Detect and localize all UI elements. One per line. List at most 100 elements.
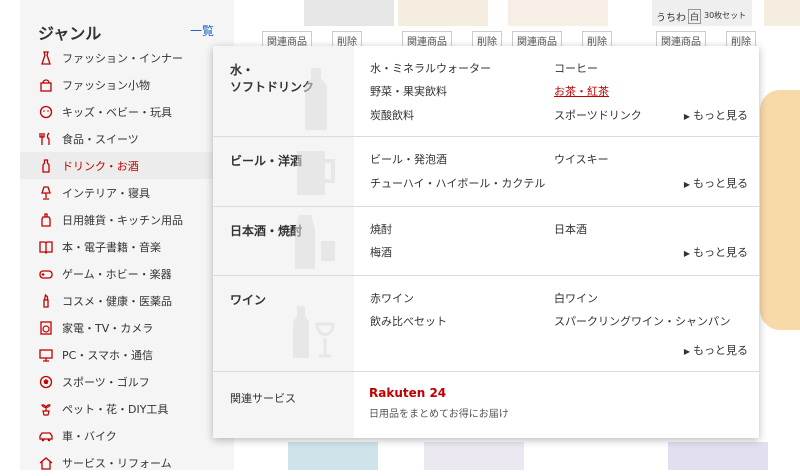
sidebar-item-cosmetics[interactable]: コスメ・健康・医薬品 (20, 287, 234, 314)
product-thumbnail[interactable] (304, 0, 394, 26)
pc-icon (38, 347, 54, 363)
sidebar-item-electronics[interactable]: 家電・TV・カメラ (20, 314, 234, 341)
sidebar-item-label: 家電・TV・カメラ (62, 321, 154, 335)
lamp-icon (38, 185, 54, 201)
caret-right-icon: ▶ (683, 249, 690, 258)
caret-right-icon: ▶ (683, 112, 690, 121)
product-image (760, 90, 800, 330)
product-image (288, 442, 378, 470)
sidebar-item-books[interactable]: 本・電子書籍・音楽 (20, 233, 234, 260)
sidebar-item-label: 食品・スイーツ (62, 132, 139, 146)
flyout-link[interactable]: 焼酎 (370, 221, 392, 237)
see-more-link[interactable]: ▶ もっと見る (684, 342, 748, 358)
car-icon (38, 428, 54, 444)
product-actions-row: 関連商品 削除 関連商品 削除 関連商品 削除 関連商品 削除 (248, 31, 800, 50)
flyout-link[interactable]: ウイスキー (554, 151, 609, 167)
sidebar-item-label: ペット・花・DIY工具 (62, 402, 169, 416)
flyout-link[interactable]: 白ワイン (554, 290, 598, 306)
sidebar-item-car[interactable]: 車・バイク (20, 422, 234, 449)
sidebar-item-label: ゲーム・ホビー・楽器 (62, 267, 172, 281)
sidebar-item-kids[interactable]: キッズ・ベビー・玩具 (20, 98, 234, 125)
thumb-badge: 白 (688, 9, 702, 24)
related-services: 関連サービス Rakuten 24 日用品をまとめてお得にお届け (213, 372, 759, 438)
flyout-link[interactable]: チューハイ・ハイボール・カクテル (370, 175, 545, 191)
flyout-link[interactable]: ビール・発泡酒 (370, 151, 447, 167)
house-icon (38, 455, 54, 471)
sidebar-item-label: コスメ・健康・医薬品 (62, 294, 172, 308)
flyout-section-soft-drink: 水・ ソフトドリンク 水・ミネラルウォーター コーヒー 野菜・果実飲料 お茶・紅… (213, 46, 759, 137)
caret-right-icon: ▶ (683, 180, 690, 189)
drink-category-flyout: 水・ ソフトドリンク 水・ミネラルウォーター コーヒー 野菜・果実飲料 お茶・紅… (213, 46, 759, 438)
flyout-link[interactable]: コーヒー (554, 60, 598, 76)
book-icon (38, 239, 54, 255)
flyout-link[interactable]: 飲み比べセット (370, 313, 447, 329)
thumb-text: うちわ (656, 13, 686, 24)
sidebar-item-pet[interactable]: ペット・花・DIY工具 (20, 395, 234, 422)
sidebar-title: ジャンル (38, 24, 102, 43)
see-more-link[interactable]: ▶ もっと見る (684, 244, 748, 260)
ball-icon (38, 374, 54, 390)
product-thumbnail[interactable] (508, 0, 608, 26)
thumb-sub: 30枚セット (704, 11, 747, 20)
sidebar-item-food[interactable]: 食品・スイーツ (20, 125, 234, 152)
sidebar-item-games[interactable]: ゲーム・ホビー・楽器 (20, 260, 234, 287)
sidebar-item-label: ファッション・インナー (62, 51, 183, 65)
genre-sidebar: ジャンル 一覧 ファッション・インナー ファッション小物 キッズ・ベビー・玩具 … (20, 0, 242, 470)
sidebar-item-fashion[interactable]: ファッション・インナー (20, 44, 234, 71)
section-header-panel: 水・ ソフトドリンク (213, 46, 354, 136)
product-thumbnail[interactable] (764, 0, 800, 26)
section-header-panel: 日本酒・焼酎 (213, 207, 354, 275)
section-category-title[interactable]: ワイン (230, 292, 266, 309)
sidebar-item-label: ドリンク・お酒 (62, 159, 139, 173)
product-thumbnail[interactable]: うちわ 白 30枚セット (652, 0, 752, 26)
sidebar-header: ジャンル 一覧 (38, 20, 214, 43)
detergent-icon (38, 212, 54, 228)
sidebar-item-label: 本・電子書籍・音楽 (62, 240, 161, 254)
flyout-section-sake: 日本酒・焼酎 焼酎 日本酒 梅酒 ▶ もっと見る (213, 207, 759, 276)
sidebar-item-service[interactable]: サービス・リフォーム (20, 449, 234, 476)
product-thumbnail[interactable] (398, 0, 488, 26)
bag-icon (38, 77, 54, 93)
sidebar-item-interior[interactable]: インテリア・寝具 (20, 179, 234, 206)
bottle-icon (38, 158, 54, 174)
flyout-link[interactable]: 日本酒 (554, 221, 587, 237)
flyout-link[interactable]: 炭酸飲料 (370, 107, 414, 123)
flyout-link[interactable]: スポーツドリンク (554, 107, 642, 123)
see-more-link[interactable]: ▶ もっと見る (684, 107, 748, 123)
flyout-link[interactable]: 水・ミネラルウォーター (370, 60, 491, 76)
flyout-link[interactable]: 赤ワイン (370, 290, 414, 306)
sidebar-item-label: 日用雑貨・キッチン用品 (62, 213, 183, 227)
gamepad-icon (38, 266, 54, 282)
washer-icon (38, 320, 54, 336)
sidebar-item-fashion-accessories[interactable]: ファッション小物 (20, 71, 234, 98)
lipstick-icon (38, 293, 54, 309)
flyout-link-highlighted[interactable]: お茶・紅茶 (554, 83, 609, 99)
flyout-link[interactable]: 梅酒 (370, 244, 392, 260)
section-header-panel: ビール・洋酒 (213, 137, 354, 206)
services-label: 関連サービス (230, 392, 296, 405)
see-more-label: もっと見る (693, 109, 748, 122)
see-more-label: もっと見る (693, 177, 748, 190)
sidebar-all-link[interactable]: 一覧 (190, 22, 214, 39)
sidebar-item-daily-goods[interactable]: 日用雑貨・キッチン用品 (20, 206, 234, 233)
flyout-link[interactable]: 野菜・果実飲料 (370, 83, 447, 99)
fork-knife-icon (38, 131, 54, 147)
flyout-link[interactable]: スパークリングワイン・シャンパン (554, 313, 731, 329)
services-header-panel: 関連サービス (213, 372, 354, 438)
rakuten24-logo[interactable]: Rakuten 24 (369, 386, 446, 400)
sidebar-item-label: 車・バイク (62, 429, 117, 443)
sidebar-item-label: ファッション小物 (62, 78, 150, 92)
sidebar-item-label: インテリア・寝具 (62, 186, 150, 200)
sake-bottle-illustration-icon (295, 215, 335, 269)
sidebar-item-drink[interactable]: ドリンク・お酒 (20, 152, 242, 179)
product-image (424, 442, 524, 470)
plant-icon (38, 401, 54, 417)
caret-right-icon: ▶ (683, 347, 690, 356)
see-more-link[interactable]: ▶ もっと見る (684, 175, 748, 191)
sidebar-item-sports[interactable]: スポーツ・ゴルフ (20, 368, 234, 395)
baby-icon (38, 104, 54, 120)
product-image (668, 442, 768, 470)
dress-icon (38, 50, 54, 66)
sidebar-item-pc[interactable]: PC・スマホ・通信 (20, 341, 234, 368)
see-more-label: もっと見る (693, 246, 748, 259)
